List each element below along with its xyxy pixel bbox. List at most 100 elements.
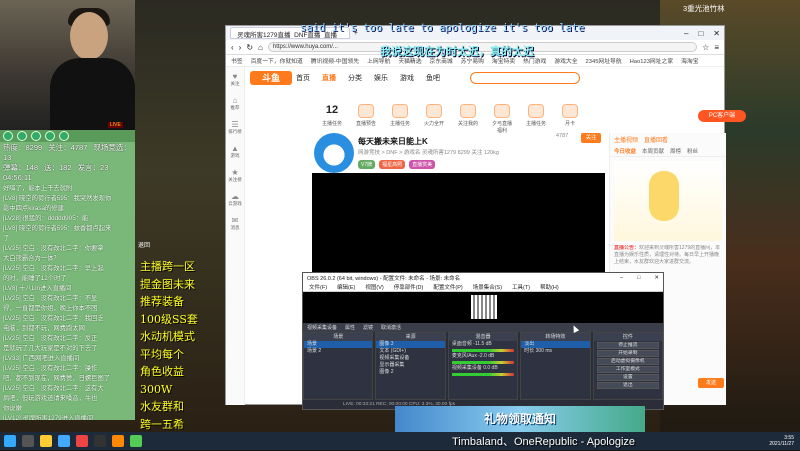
minimize-icon[interactable]: – [620,275,623,281]
follow-button[interactable]: 关注 [581,133,601,143]
stream-tag[interactable]: 直播赏美 [409,160,436,169]
category-item[interactable]: 主播任务 [389,104,411,130]
nav-item[interactable]: 娱乐 [374,73,388,83]
folder-icon[interactable] [40,435,52,447]
close-icon[interactable]: ✕ [713,29,720,38]
maximize-icon[interactable]: □ [698,29,703,38]
rail-item[interactable]: ★ 关注榜 [226,163,244,187]
app-icon[interactable] [112,435,124,447]
bookmark-item[interactable]: 2345网址导航 [586,56,622,65]
chat-icon[interactable] [3,131,13,141]
obs-control-button[interactable]: 设置 [596,374,660,381]
minimize-icon[interactable]: – [684,29,688,38]
close-icon[interactable]: ✕ [654,275,659,281]
nav-item[interactable]: 游戏 [400,73,414,83]
dock-row[interactable]: 时长 300 ms [521,348,589,355]
dock-row[interactable]: 场景 [304,341,373,348]
maximize-icon[interactable]: □ [637,275,640,281]
nav-item[interactable]: 鱼吧 [426,73,440,83]
obs-toolbar-button[interactable]: 滤镜 [363,324,373,331]
reload-icon[interactable]: ↻ [246,43,253,52]
bookmark-item[interactable]: 游戏大全 [554,56,577,65]
obs-control-button[interactable]: 开始录制 [596,350,660,357]
category-label: 月卡 [564,121,575,127]
chat-icon[interactable] [45,131,55,141]
stream-tag[interactable]: 福星高照 [379,160,406,169]
rail-item[interactable]: ☰ 排行榜 [226,115,244,139]
dock-row[interactable]: 图像 2 [376,369,444,376]
browser-icon[interactable] [58,435,70,447]
obs-toolbar-button[interactable]: 取消激活 [381,324,401,331]
category-item[interactable]: 12 主播任务 [321,104,343,130]
category-item[interactable]: 关注我的 [457,104,479,130]
send-button[interactable]: 发送 [698,378,724,388]
site-search-input[interactable] [470,72,580,84]
menu-icon[interactable]: ≡ [714,43,719,52]
nav-item[interactable]: 分类 [348,73,362,83]
bookmark-item[interactable]: 百度一下，你就知道 [251,56,303,65]
dock-row[interactable]: 显示器采集 [376,362,444,369]
dock-row[interactable]: 图像 3 [376,341,445,348]
rail-item[interactable]: ☁ 云游戏 [226,187,244,211]
streamer-avatar[interactable] [314,133,354,173]
bookmark-item[interactable]: 腾讯视频-中国领先 [311,56,359,65]
category-item[interactable]: 夕弓直播福利 [491,104,513,134]
obs-menu-item[interactable]: 帮助(H) [540,283,559,291]
obs-control-button[interactable]: 退出 [596,382,660,389]
chat-icon[interactable] [17,131,27,141]
chat-icon[interactable] [31,131,41,141]
dock-row[interactable]: 视频采集设备 [376,355,444,362]
bookmark-item[interactable]: Hao123网址之家 [630,56,674,65]
nav-item[interactable]: 直播 [322,73,336,83]
nav-item[interactable]: 首页 [296,73,310,83]
tab-today[interactable]: 今日收益 [614,147,636,155]
tab-replay[interactable]: 直播回看 [644,135,668,144]
obs-menu-item[interactable]: 工具(T) [512,283,530,291]
obs-icon[interactable] [94,435,106,447]
obs-menu-item[interactable]: 配置文件(P) [433,283,462,291]
star-icon[interactable]: ☆ [702,43,709,52]
dock-row[interactable]: 淡出 [521,341,590,348]
tab-weekrank[interactable]: 周榜 [670,147,681,155]
obs-menu-item[interactable]: 场景集合(S) [473,283,502,291]
rail-item[interactable]: ✉ 消息 [226,211,244,235]
chat-icon[interactable] [59,131,69,141]
bookmark-item[interactable]: 海淘宝 [681,56,698,65]
dock-row[interactable]: 文本 (GDI+) [376,348,444,355]
chat-message: 好嗨了，能本上千去就附 [3,185,73,192]
obs-menu-item[interactable]: 文件(F) [309,283,327,291]
category-item[interactable]: 直播预告 [355,104,377,130]
close-label[interactable]: 退回 [138,240,150,249]
volume-meter[interactable] [451,349,515,352]
app-icon[interactable] [130,435,142,447]
home-icon[interactable]: ⌂ [258,43,263,52]
stream-tag[interactable]: V7牌 [358,160,376,169]
obs-menu-item[interactable]: 编辑(E) [337,283,355,291]
obs-control-button[interactable]: 工作室模式 [596,366,660,373]
rail-item[interactable]: ⌂ 推荐 [226,91,244,115]
tab-anchor-video[interactable]: 主播视频 [614,135,638,144]
bookmark-item[interactable]: 书签 [231,56,243,65]
obs-control-button[interactable]: 启动虚拟摄像机 [596,358,660,365]
obs-control-button[interactable]: 停止推流 [596,342,660,349]
forward-icon[interactable]: › [239,43,242,52]
app-icon[interactable] [76,435,88,447]
category-item[interactable]: 火力全开 [423,104,445,130]
rail-item[interactable]: ▲ 游戏 [226,139,244,163]
back-icon[interactable]: ‹ [231,43,234,52]
dock-row[interactable]: 场景 2 [304,348,372,355]
tab-week[interactable]: 本周贡献 [642,147,664,155]
obs-toolbar-button[interactable]: 属性 [345,324,355,331]
search-icon[interactable] [22,435,34,447]
obs-menu-item[interactable]: 停靠部件(D) [394,283,424,291]
volume-meter[interactable] [451,373,515,376]
category-item[interactable]: 月卡 [559,104,581,130]
obs-menu-item[interactable]: 视图(V) [365,283,383,291]
category-item[interactable]: 主播任务 [525,104,547,130]
obs-preview[interactable] [303,292,663,323]
tab-fans[interactable]: 粉丝 [687,147,698,155]
volume-meter[interactable] [451,361,515,364]
pc-client-button[interactable]: PC客户端 [698,110,746,122]
rail-item[interactable]: ♥ 关注 [226,67,244,91]
start-icon[interactable] [4,435,16,447]
